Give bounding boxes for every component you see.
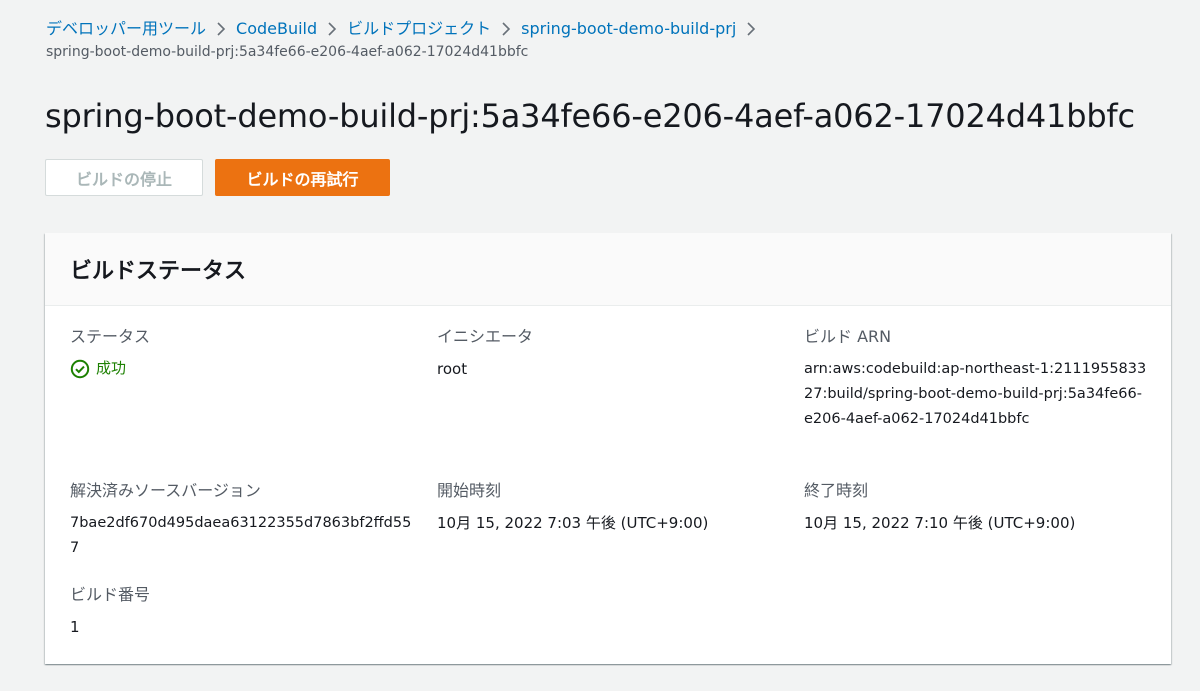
chevron-right-icon <box>206 16 236 42</box>
end-time-label: 終了時刻 <box>804 481 869 500</box>
source-version-field: 解決済みソースバージョン 7bae2df670d495daea63122355d… <box>70 480 415 561</box>
build-status-panel: ビルドステータス ステータス 成功 イニシエータ root ビルド ARN ar… <box>45 233 1171 664</box>
breadcrumb-developer-tools[interactable]: デベロッパー用ツール <box>46 16 206 42</box>
source-version-label: 解決済みソースバージョン <box>70 481 261 500</box>
breadcrumb-codebuild[interactable]: CodeBuild <box>236 16 317 42</box>
status-label: ステータス <box>70 327 151 346</box>
status-field: ステータス 成功 <box>70 326 410 381</box>
breadcrumb-build-projects[interactable]: ビルドプロジェクト <box>347 16 491 42</box>
check-circle-icon <box>70 359 90 379</box>
retry-build-button[interactable]: ビルドの再試行 <box>215 159 390 196</box>
chevron-right-icon <box>491 16 521 42</box>
chevron-right-icon <box>736 16 766 42</box>
page: デベロッパー用ツール CodeBuild ビルドプロジェクト spring-bo… <box>0 0 1200 691</box>
stop-build-button[interactable]: ビルドの停止 <box>45 159 203 196</box>
end-time-field: 終了時刻 10月 15, 2022 7:10 午後 (UTC+9:00) <box>804 480 1149 536</box>
breadcrumb: デベロッパー用ツール CodeBuild ビルドプロジェクト spring-bo… <box>46 16 1166 62</box>
initiator-label: イニシエータ <box>437 327 534 346</box>
build-number-label: ビルド番号 <box>70 585 151 604</box>
end-time-value: 10月 15, 2022 7:10 午後 (UTC+9:00) <box>804 514 1076 532</box>
build-number-value: 1 <box>70 618 80 636</box>
arn-label: ビルド ARN <box>804 327 892 346</box>
start-time-value: 10月 15, 2022 7:03 午後 (UTC+9:00) <box>437 514 709 532</box>
arn-field: ビルド ARN arn:aws:codebuild:ap-northeast-1… <box>804 326 1149 432</box>
status-value: 成功 <box>70 356 410 381</box>
initiator-field: イニシエータ root <box>437 326 777 382</box>
panel-header: ビルドステータス <box>45 233 1171 306</box>
start-time-label: 開始時刻 <box>437 481 502 500</box>
source-version-value: 7bae2df670d495daea63122355d7863bf2ffd557 <box>70 515 412 556</box>
panel-title: ビルドステータス <box>70 259 247 284</box>
arn-value: arn:aws:codebuild:ap-northeast-1:2111955… <box>804 361 1147 427</box>
page-title: spring-boot-demo-build-prj:5a34fe66-e206… <box>45 97 1135 135</box>
chevron-right-icon <box>317 16 347 42</box>
breadcrumb-current: spring-boot-demo-build-prj:5a34fe66-e206… <box>46 44 529 60</box>
initiator-value: root <box>437 360 468 378</box>
breadcrumb-project[interactable]: spring-boot-demo-build-prj <box>521 16 736 42</box>
status-text: 成功 <box>96 359 127 377</box>
start-time-field: 開始時刻 10月 15, 2022 7:03 午後 (UTC+9:00) <box>437 480 782 536</box>
build-number-field: ビルド番号 1 <box>70 584 410 640</box>
action-bar: ビルドの停止 ビルドの再試行 <box>45 159 390 196</box>
